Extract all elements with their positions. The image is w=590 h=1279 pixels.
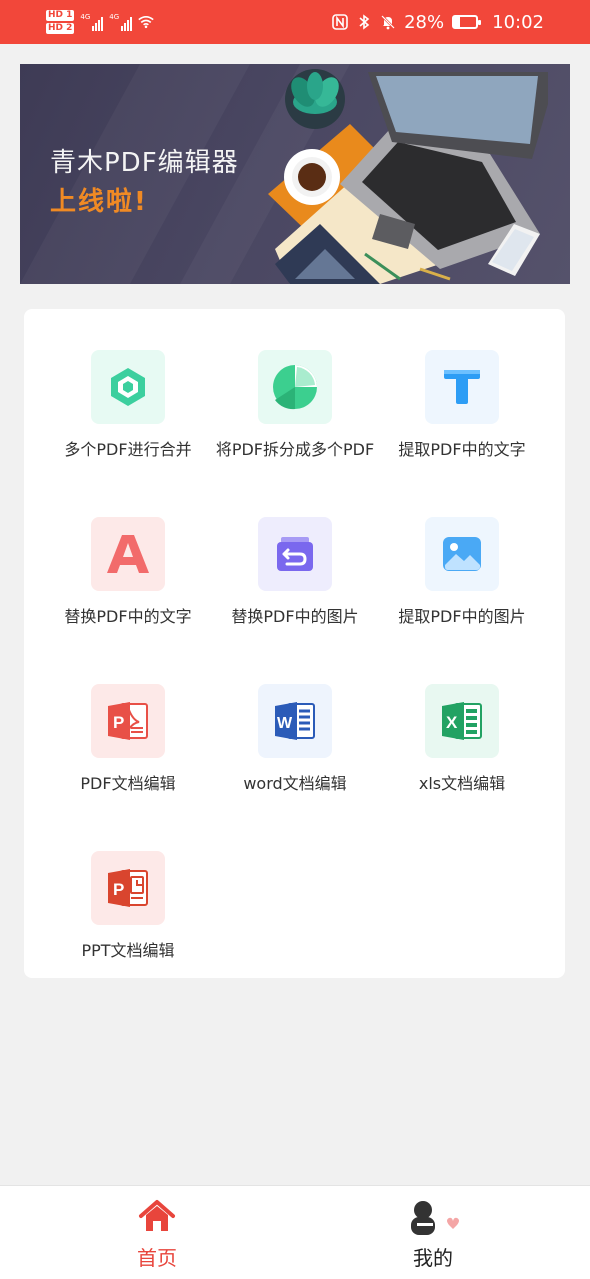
network-label: 4G [109,13,120,21]
text-t-icon [444,370,480,404]
bottom-nav: 首页 我的 [0,1185,590,1279]
pdf-file-icon: P [108,702,148,740]
tool-label: word文档编辑 [243,774,347,793]
word-icon: W [275,702,315,740]
promo-banner[interactable]: 青木PDF编辑器 上线啦! [20,64,570,284]
image-replace-icon [277,537,313,571]
tool-tile [258,350,332,424]
tool-edit-word[interactable]: W word文档编辑 [210,684,380,824]
svg-text:P: P [113,713,124,732]
tool-split-pdf[interactable]: 将PDF拆分成多个PDF [210,350,380,490]
tool-label: 替换PDF中的图片 [231,607,359,626]
letter-a-icon [107,535,149,573]
pie-split-icon [273,365,317,410]
tool-merge-pdf[interactable]: 多个PDF进行合并 [43,350,213,490]
tools-grid: 多个PDF进行合并 将PDF拆分成多个PDF 提取PDF中的文字 替换PDF中的… [24,309,565,978]
tool-tile [425,350,499,424]
tool-replace-text[interactable]: 替换PDF中的文字 [43,517,213,657]
banner-subtitle: 上线啦! [50,187,148,217]
tool-tile: W [258,684,332,758]
battery-icon [452,15,482,29]
ppt-icon: P [108,869,148,907]
tool-edit-pdf[interactable]: P PDF文档编辑 [43,684,213,824]
status-bar: HD 1 HD 2 4G 4G 28% 10:02 [0,0,590,44]
tool-tile [91,350,165,424]
tool-tile: X [425,684,499,758]
tool-tile [91,517,165,591]
tool-tile [425,517,499,591]
wifi-icon [138,16,154,29]
svg-text:X: X [446,713,458,732]
status-right: 28% 10:02 [332,0,544,44]
tool-label: xls文档编辑 [418,774,506,793]
signal-icon: 4G [80,13,104,31]
image-icon [443,537,481,571]
banner-title: 青木PDF编辑器 [50,148,239,178]
home-icon [139,1200,175,1231]
svg-text:P: P [113,880,124,899]
nav-mine-label: 我的 [413,1246,453,1270]
heart-icon [447,1217,459,1229]
tool-edit-ppt[interactable]: P PPT文档编辑 [43,851,213,991]
tool-label: 多个PDF进行合并 [64,440,192,459]
nav-home[interactable]: 首页 [87,1198,227,1271]
tool-label: 提取PDF中的文字 [398,440,526,459]
tool-edit-xls[interactable]: X xls文档编辑 [377,684,547,824]
tool-label: PPT文档编辑 [81,941,175,960]
tool-extract-text[interactable]: 提取PDF中的文字 [377,350,547,490]
svg-text:W: W [277,715,293,732]
sim2-indicator: HD 2 [46,23,75,34]
tool-tile: P [91,684,165,758]
tool-extract-image[interactable]: 提取PDF中的图片 [377,517,547,657]
profile-icon [411,1201,459,1235]
clock: 10:02 [492,11,544,33]
tool-tile [258,517,332,591]
tool-label: PDF文档编辑 [80,774,176,793]
tool-replace-image[interactable]: 替换PDF中的图片 [210,517,380,657]
nav-home-label: 首页 [137,1246,177,1270]
status-left: HD 1 HD 2 4G 4G [46,6,154,38]
excel-icon: X [442,702,482,740]
tool-label: 提取PDF中的图片 [398,607,526,626]
signal-icon: 4G [109,13,133,31]
nav-mine[interactable]: 我的 [363,1198,503,1271]
tool-label: 替换PDF中的文字 [64,607,192,626]
merge-icon [111,368,145,406]
battery-percent: 28% [404,11,445,33]
mute-bell-icon [381,15,395,30]
tool-label: 将PDF拆分成多个PDF [215,440,375,459]
bluetooth-icon [359,14,370,30]
sim1-indicator: HD 1 [46,10,75,21]
network-label: 4G [80,13,91,21]
nfc-icon [332,14,348,30]
hd-indicators: HD 1 HD 2 [46,10,75,34]
tool-tile: P [91,851,165,925]
